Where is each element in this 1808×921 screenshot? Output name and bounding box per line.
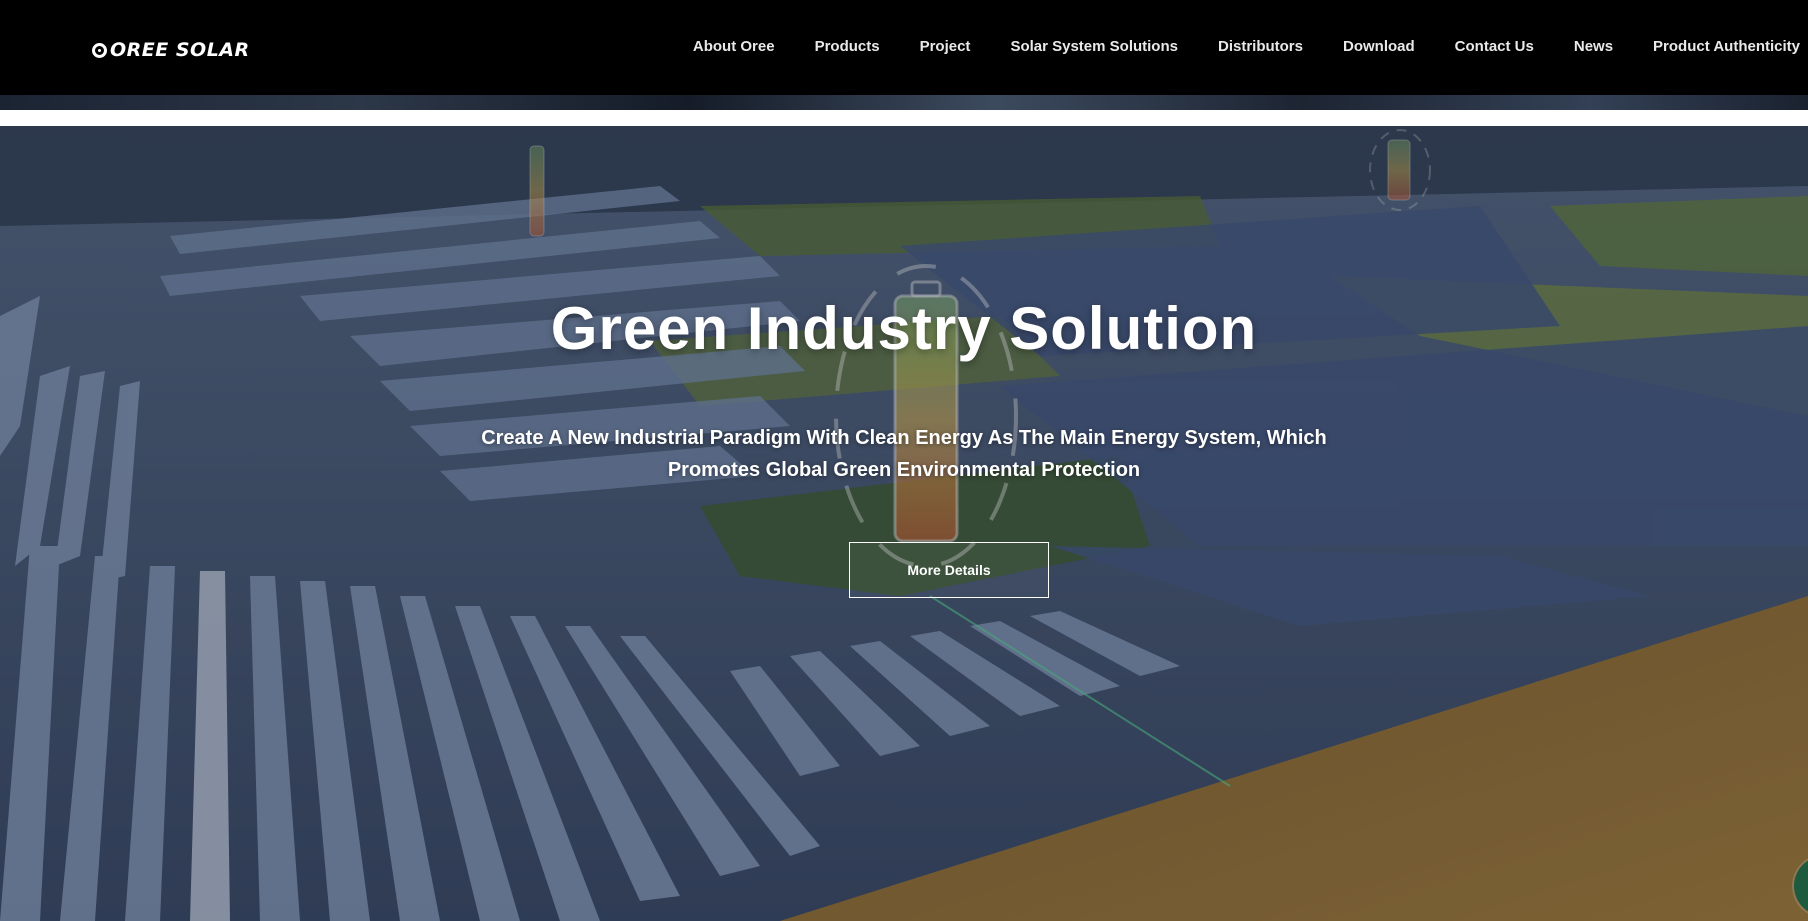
hero-banner: Green Industry Solution Create A New Ind…: [0, 126, 1808, 921]
nav-distributors[interactable]: Distributors: [1198, 36, 1323, 58]
header-image-strip: [0, 95, 1808, 110]
logo[interactable]: OREE SOLAR: [92, 38, 250, 62]
nav-project[interactable]: Project: [900, 36, 991, 58]
more-details-button[interactable]: More Details: [849, 542, 1049, 598]
nav-product-authenticity[interactable]: Product Authenticity: [1633, 36, 1806, 58]
site-header: OREE SOLAR About Oree Products Project S…: [0, 0, 1808, 95]
nav-contact-us[interactable]: Contact Us: [1435, 36, 1554, 58]
nav-about-oree[interactable]: About Oree: [673, 36, 795, 58]
hero-subtitle: Create A New Industrial Paradigm With Cl…: [481, 427, 1327, 481]
nav-download[interactable]: Download: [1323, 36, 1435, 58]
nav-news[interactable]: News: [1554, 36, 1633, 58]
logo-text: OREE SOLAR: [110, 39, 250, 61]
hero-title: Green Industry Solution: [550, 295, 1258, 362]
main-nav: About Oree Products Project Solar System…: [673, 36, 1806, 58]
logo-mark-icon: [92, 42, 107, 58]
nav-products[interactable]: Products: [795, 36, 900, 58]
hero-darken-overlay: [0, 126, 1808, 921]
nav-solar-system-solutions[interactable]: Solar System Solutions: [990, 36, 1198, 58]
